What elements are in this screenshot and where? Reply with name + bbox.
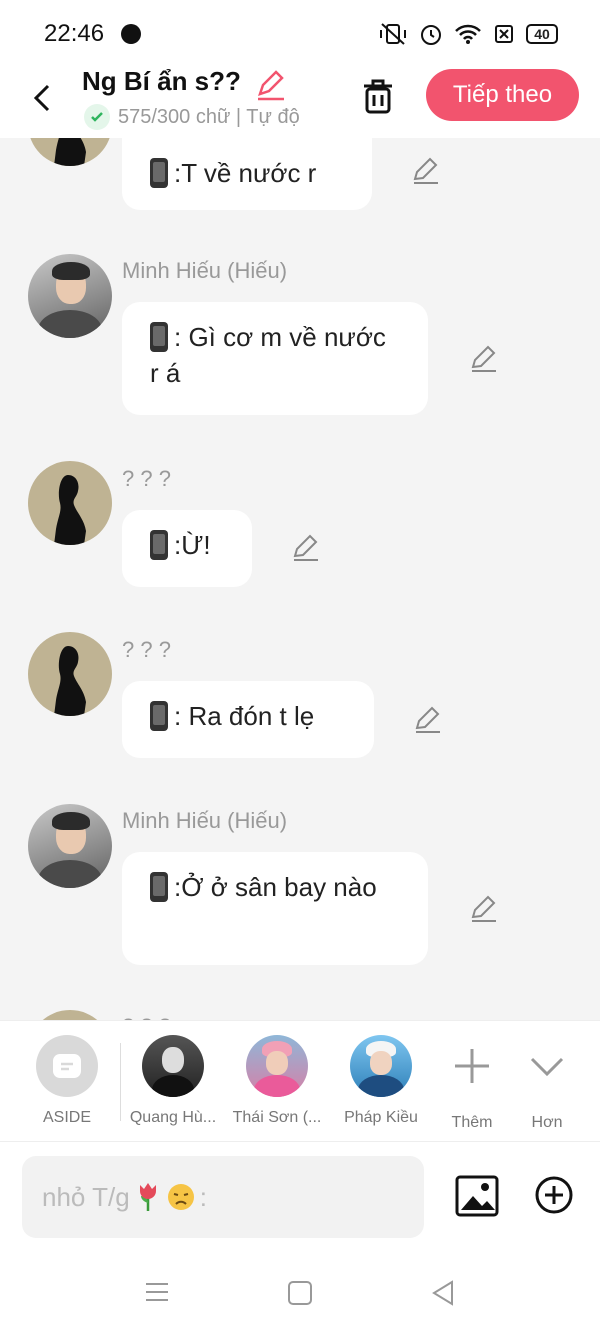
system-nav-bar xyxy=(0,1252,600,1333)
phone-icon xyxy=(150,872,168,902)
message-bubble[interactable]: :Ừ! xyxy=(122,510,252,587)
add-circle-icon[interactable] xyxy=(534,1175,574,1215)
image-icon[interactable] xyxy=(455,1174,499,1218)
back-arrow-icon[interactable] xyxy=(30,78,54,118)
sender-name: Minh Hiếu (Hiếu) xyxy=(122,808,288,833)
next-button[interactable]: Tiếp theo xyxy=(426,69,579,121)
shortcut-character[interactable]: Pháp Kiều xyxy=(336,1035,426,1127)
message-bubble[interactable]: :Ở ở sân bay nào xyxy=(122,852,428,965)
message-text: : Ra đón t lẹ xyxy=(174,701,315,731)
sim-icon xyxy=(495,25,513,43)
shortcut-label: Quang Hù... xyxy=(129,1109,217,1126)
message-text: :Ừ! xyxy=(174,530,211,560)
editor-header: Ng Bí ẩn s?? 575/300 chữ | Tự độ Tiếp th… xyxy=(0,66,600,138)
avatar[interactable] xyxy=(28,138,112,166)
edit-message-icon[interactable] xyxy=(410,154,442,186)
avatar[interactable] xyxy=(28,1010,112,1020)
more-button[interactable]: Hơn xyxy=(502,1035,592,1132)
trash-icon[interactable] xyxy=(360,76,396,116)
alarm-icon xyxy=(421,25,441,45)
avatar[interactable] xyxy=(28,461,112,545)
edit-message-icon[interactable] xyxy=(290,531,322,563)
avatar[interactable] xyxy=(28,632,112,716)
message-bubble[interactable]: :T về nước r xyxy=(122,138,372,210)
avatar xyxy=(246,1035,308,1097)
avatar xyxy=(142,1035,204,1097)
status-icons: 40 xyxy=(378,22,558,46)
message-text: :T về nước r xyxy=(174,158,317,188)
home-icon[interactable] xyxy=(287,1280,313,1306)
story-title: Ng Bí ẩn s?? xyxy=(82,66,241,96)
message-text: : Gì cơ m về nước r á xyxy=(150,322,386,388)
check-icon xyxy=(84,104,110,130)
shortcut-label: ASIDE xyxy=(42,1109,91,1126)
message-input[interactable]: nhỏ T/g : xyxy=(22,1156,424,1238)
battery-icon: 40 xyxy=(526,24,558,44)
sender-name: Minh Hiếu (Hiếu) xyxy=(122,258,288,283)
edit-message-icon[interactable] xyxy=(412,703,444,735)
message-text: :Ở ở sân bay nào xyxy=(174,872,377,902)
shortcut-label: Thái Sơn (... xyxy=(232,1109,322,1126)
tulip-icon xyxy=(139,1183,156,1211)
shortcut-label: Hơn xyxy=(531,1114,563,1131)
avatar[interactable] xyxy=(28,804,112,888)
message-bubble[interactable]: : Gì cơ m về nước r á xyxy=(122,302,428,415)
avatar xyxy=(350,1035,412,1097)
shortcut-label: Pháp Kiều xyxy=(344,1109,418,1126)
vibrate-icon xyxy=(380,23,406,45)
status-bar: 22:46 40 xyxy=(0,0,600,66)
wifi-icon xyxy=(455,24,481,44)
status-time: 22:46 xyxy=(44,20,105,47)
back-nav-icon[interactable] xyxy=(430,1280,456,1306)
sad-face-icon xyxy=(167,1184,194,1210)
plus-icon xyxy=(455,1049,489,1083)
sender-name: ? ? ? xyxy=(122,637,171,662)
aside-icon xyxy=(36,1035,98,1097)
phone-icon xyxy=(150,530,168,560)
phone-icon xyxy=(150,701,168,731)
sender-name: ? ? ? xyxy=(122,466,171,491)
input-bar: nhỏ T/g : xyxy=(0,1142,600,1252)
avatar[interactable] xyxy=(28,254,112,338)
chevron-down-icon xyxy=(530,1057,564,1077)
edit-message-icon[interactable] xyxy=(468,342,500,374)
shortcut-character[interactable]: Thái Sơn (... xyxy=(232,1035,322,1127)
phone-icon xyxy=(150,158,168,188)
input-text: nhỏ T/g xyxy=(42,1181,130,1212)
shortcut-character[interactable]: Quang Hù... xyxy=(128,1035,218,1127)
chat-list[interactable]: :T về nước r Minh Hiếu (Hiếu) : Gì cơ m … xyxy=(0,138,600,1020)
shortcut-aside[interactable]: ASIDE xyxy=(22,1035,112,1127)
menu-icon[interactable] xyxy=(144,1280,170,1304)
edit-message-icon[interactable] xyxy=(468,892,500,924)
character-shortcut-bar: ASIDE Quang Hù... Thái Sơn (... Pháp Kiề… xyxy=(0,1020,600,1142)
phone-icon xyxy=(150,322,168,352)
word-count-row: 575/300 chữ | Tự độ xyxy=(84,104,300,130)
word-count: 575/300 chữ | Tự độ xyxy=(118,105,300,128)
edit-title-icon[interactable] xyxy=(254,68,288,102)
divider xyxy=(120,1043,121,1121)
input-suffix: : xyxy=(199,1181,207,1212)
message-bubble[interactable]: : Ra đón t lẹ xyxy=(122,681,374,758)
vpn-icon xyxy=(121,24,141,44)
